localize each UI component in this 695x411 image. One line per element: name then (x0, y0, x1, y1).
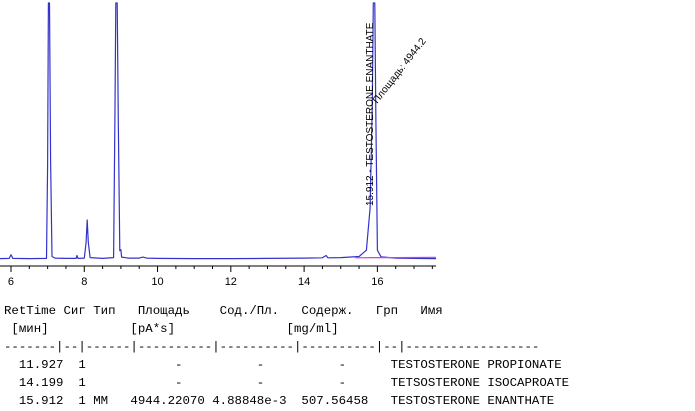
table-row: 14.199 1 - - - TETSOSTERONE ISOCAPROATE (4, 376, 570, 390)
x-tick-label: 10 (151, 276, 163, 288)
report-units-row: [мин] [pA*s] [mg/ml] (4, 322, 339, 336)
report-separator: -------|--|------|----------|----------|… (4, 340, 540, 354)
x-tick-label: 16 (371, 276, 383, 288)
x-tick-label: 14 (298, 276, 310, 288)
peak-area-label: Площадь: 4944.2 (371, 36, 429, 106)
peak-annotations: 15.912 - TESTOSTERONE ENANTHATEПлощадь: … (365, 22, 429, 206)
series-line-1 (355, 256, 437, 259)
table-row: 15.912 1 MM 4944.22070 4.88848e-3 507.56… (4, 394, 555, 408)
x-tick-label: 12 (225, 276, 237, 288)
integration-report: RetTime Сиг Тип Площадь Сод./Пл. Содерж.… (0, 300, 695, 411)
report-header-row: RetTime Сиг Тип Площадь Сод./Пл. Содерж.… (4, 304, 443, 318)
chromatogram-chart: 6 8 10 12 14 16 15.912 - TESTOSTERONE ENANTHA… (0, 2, 437, 288)
x-tick-label: 6 (8, 276, 14, 288)
peak-label: 15.912 - TESTOSTERONE ENANTHATE (365, 22, 376, 206)
x-axis: 6 8 10 12 14 16 (0, 265, 436, 288)
x-tick-label: 8 (81, 276, 87, 288)
table-row: 11.927 1 - - - TESTOSTERONE PROPIONATE (4, 358, 562, 372)
